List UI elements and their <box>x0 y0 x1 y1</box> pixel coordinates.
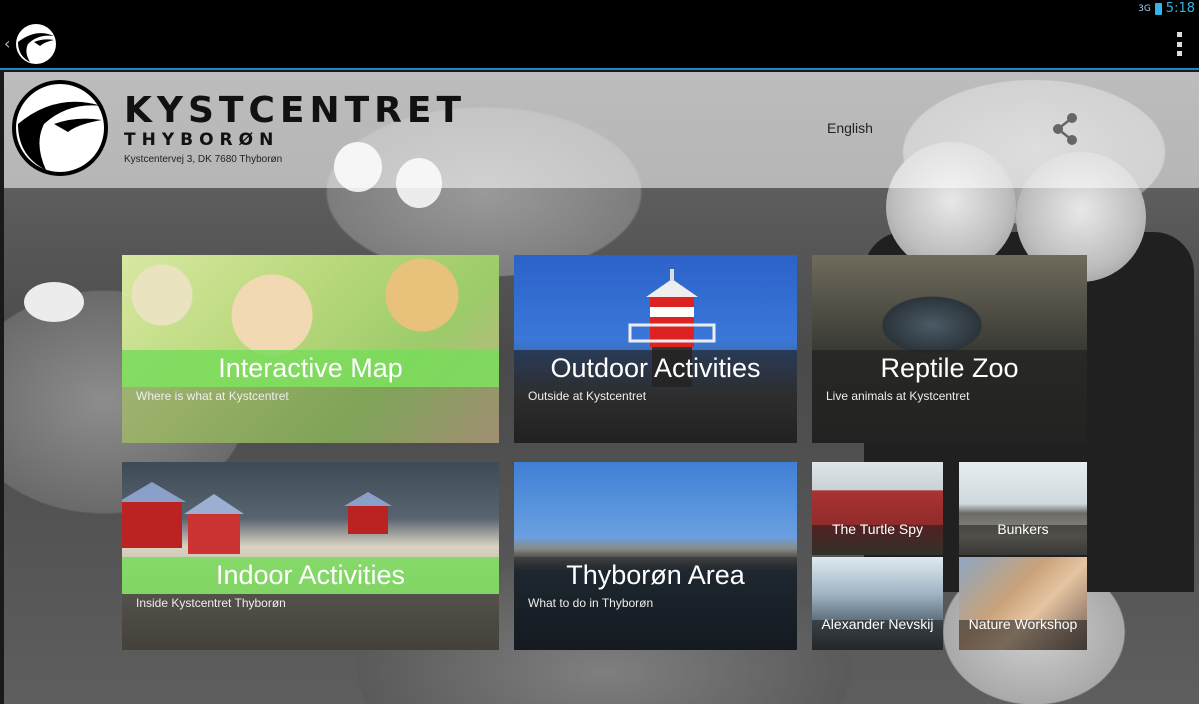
header: KYSTCENTRET THYBORØN Kystcentervej 3, DK… <box>4 72 1199 188</box>
tile-outdoor-activities[interactable]: Outdoor Activities Outside at Kystcentre… <box>514 255 797 443</box>
language-button[interactable]: English <box>827 120 873 136</box>
kystcentret-logo <box>12 80 108 176</box>
tile-label: Nature Workshop <box>968 616 1078 632</box>
tile-label: Alexander Nevskij <box>821 616 934 632</box>
brand-name: KYSTCENTRET <box>124 90 467 131</box>
tile-turtle-spy[interactable]: The Turtle Spy <box>812 462 943 555</box>
tile-label: Bunkers <box>997 521 1049 537</box>
tile-interactive-map[interactable]: Interactive Map Where is what at Kystcen… <box>122 255 499 443</box>
status-time: 5:18 <box>1165 1 1195 16</box>
brand-location: THYBORØN <box>124 130 280 150</box>
tile-title: Outdoor Activities <box>550 353 761 383</box>
app-logo-icon[interactable] <box>14 22 58 66</box>
battery-icon <box>1154 2 1162 15</box>
model-houses-image <box>122 482 392 554</box>
tile-bunkers[interactable]: Bunkers <box>959 462 1087 555</box>
tile-subtitle: Live animals at Kystcentret <box>826 389 970 403</box>
status-icons: 3G 5:18 <box>1138 1 1195 16</box>
tile-indoor-activities[interactable]: Indoor Activities Inside Kystcentret Thy… <box>122 462 499 650</box>
overflow-menu-icon[interactable] <box>1177 32 1183 56</box>
tile-title: Reptile Zoo <box>880 353 1019 383</box>
tile-subtitle: What to do in Thyborøn <box>528 596 654 610</box>
tile-reptile-zoo[interactable]: Reptile Zoo Live animals at Kystcentret <box>812 255 1087 443</box>
tile-title: Indoor Activities <box>215 560 406 590</box>
signal-icon: 3G <box>1138 3 1151 14</box>
back-icon[interactable]: ‹ <box>4 34 10 53</box>
tile-subtitle: Inside Kystcentret Thyborøn <box>136 596 286 610</box>
tile-subtitle: Outside at Kystcentret <box>528 389 647 403</box>
brand-block: KYSTCENTRET THYBORØN Kystcentervej 3, DK… <box>124 90 467 166</box>
tile-alexander-nevskij[interactable]: Alexander Nevskij <box>812 557 943 650</box>
tile-label: The Turtle Spy <box>831 521 924 537</box>
rock-face-eye <box>24 282 84 322</box>
share-icon[interactable] <box>1050 112 1080 146</box>
tile-title: Interactive Map <box>218 353 403 383</box>
address: Kystcentervej 3, DK 7680 Thyborøn <box>124 154 283 165</box>
tile-nature-workshop[interactable]: Nature Workshop <box>959 557 1087 650</box>
status-bar: 3G 5:18 <box>0 0 1199 18</box>
action-bar: ‹ <box>0 18 1199 70</box>
tile-subtitle: Where is what at Kystcentret <box>136 389 289 403</box>
tile-thyboron-area[interactable]: Thyborøn Area What to do in Thyborøn <box>514 462 797 650</box>
tile-title: Thyborøn Area <box>566 560 745 590</box>
